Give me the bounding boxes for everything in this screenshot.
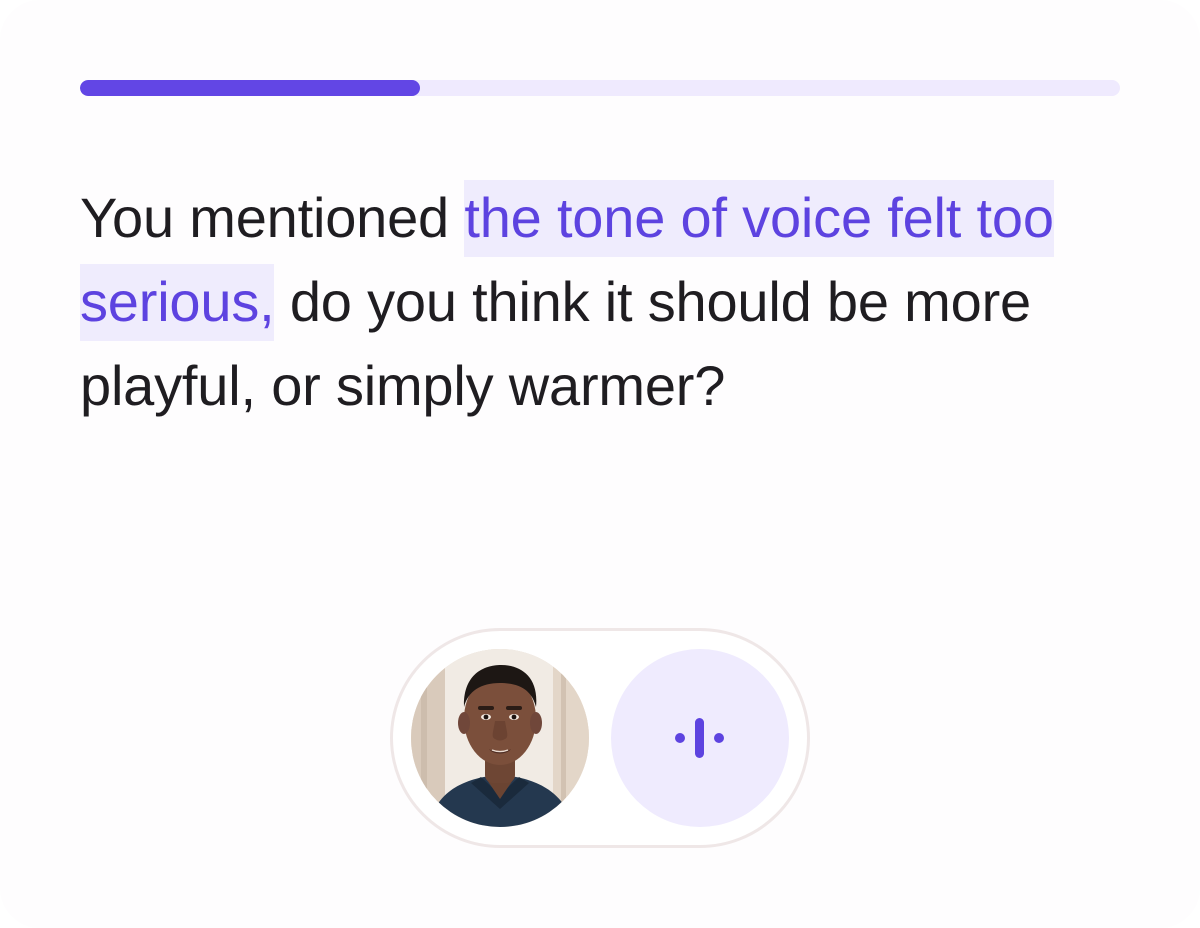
- progress-bar: [80, 80, 1120, 96]
- survey-card: You mentioned the tone of voice felt too…: [0, 0, 1200, 928]
- voice-waveform-icon: [675, 718, 724, 758]
- voice-controls: [390, 628, 810, 848]
- person-avatar-icon: [411, 649, 589, 827]
- question-prefix: You mentioned: [80, 186, 465, 249]
- question-text: You mentioned the tone of voice felt too…: [80, 176, 1140, 428]
- voice-input-button[interactable]: [611, 649, 789, 827]
- progress-bar-fill: [80, 80, 421, 96]
- avatar: [411, 649, 589, 827]
